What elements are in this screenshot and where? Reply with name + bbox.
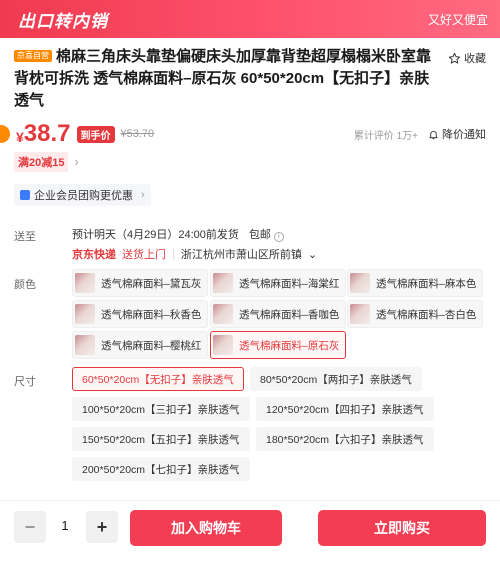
size-option[interactable]: 150*50*20cm【五扣子】亲肤透气 [72,427,250,451]
product-title: 京喜自营 棉麻三角床头靠垫偏硬床头加厚靠背垫超厚榻榻米卧室靠背枕可拆洗 透气棉麻面… [14,46,434,112]
size-option-label: 100*50*20cm【三扣子】亲肤透气 [82,403,240,416]
divider: | [172,248,175,260]
color-option-label: 透气棉麻面料–杏白色 [376,308,477,321]
final-price-tag: 到手价 [76,125,115,143]
color-thumbnail [350,304,370,324]
quantity-decrease-button[interactable]: − [14,511,46,543]
quantity-value[interactable]: 1 [55,518,75,533]
color-thumbnail [350,273,370,293]
size-option[interactable]: 80*50*20cm【两扣子】亲肤透气 [250,367,422,391]
buy-now-button[interactable]: 立即购买 [318,510,486,546]
notify-label: 降价通知 [442,129,486,141]
star-outline-icon [448,52,461,64]
size-option-selected[interactable]: 60*50*20cm【无扣子】亲肤透气 [72,367,244,391]
color-option-label: 透气棉麻面料–原石灰 [239,339,340,352]
estimate-text: 预计明天（4月29日）24:00前发货 [72,229,239,241]
banner-title: 出口转内销 [18,11,108,31]
price-symbol: ¥ [16,129,24,145]
delivery-label: 送至 [14,231,36,243]
enterprise-label: 企业会员团购更优惠 [34,190,133,202]
color-option[interactable]: 透气棉麻面料–杏白色 [347,300,484,328]
current-price: 38.7 [23,120,71,147]
enterprise-member-link[interactable]: 企业会员团购更优惠 › [14,184,151,206]
delivery-estimate: 预计明天（4月29日）24:00前发货 包邮 i [72,226,284,242]
courier-name: 京东快递 [72,249,116,261]
size-option[interactable]: 180*50*20cm【六扣子】亲肤透气 [256,427,434,451]
chevron-right-icon: › [141,189,145,201]
price-row: ¥ 38.7 到手价 ¥53.70 [0,120,500,148]
floating-handle[interactable] [0,125,10,143]
info-icon[interactable]: i [273,232,284,242]
color-thumbnail [75,335,95,355]
size-option[interactable]: 120*50*20cm【四扣子】亲肤透气 [256,397,434,421]
review-count[interactable]: 累计评价 1万+ [354,127,418,142]
color-option[interactable]: 透气棉麻面料–秋香色 [72,300,209,328]
review-label: 累计评价 [353,131,394,142]
color-thumbnail [213,273,233,293]
banner-slogan: 又好又便宜 [427,12,488,27]
size-option-label: 120*50*20cm【四扣子】亲肤透气 [266,403,424,416]
add-to-cart-button[interactable]: 加入购物车 [130,510,282,546]
size-option-label: 150*50*20cm【五扣子】亲肤透气 [82,433,240,446]
color-option-label: 透气棉麻面料–樱桃红 [101,339,202,352]
color-option-label: 透气棉麻面料–海棠红 [239,277,340,290]
color-option[interactable]: 透气棉麻面料–黛瓦灰 [72,269,209,297]
color-option-label: 透气棉麻面料–麻本色 [376,277,477,290]
promo-banner: 出口转内销 又好又便宜 [0,0,500,38]
color-option-label: 透气棉麻面料–秋香色 [101,308,202,321]
price-drop-notify-button[interactable]: 降价通知 [428,126,486,142]
color-option[interactable]: 透气棉麻面料–樱桃红 [72,331,209,359]
chevron-right-icon: › [74,155,79,169]
chevron-down-icon: ⌄ [307,248,318,261]
color-option-selected[interactable]: 透气棉麻面料–原石灰 [210,331,347,359]
color-thumbnail [213,304,233,324]
color-option-label: 透气棉麻面料–香咖色 [239,308,340,321]
favorite-label: 收藏 [464,53,486,65]
delivery-address-row[interactable]: 京东快递 送货上门 | 浙江杭州市萧山区所前镇 ⌄ [72,246,317,262]
size-option-label: 60*50*20cm【无扣子】亲肤透气 [82,373,234,386]
promotion-row[interactable]: 满20减15 › [14,152,78,172]
color-option-label: 透气棉麻面料–黛瓦灰 [101,277,202,290]
door-delivery: 送货上门 [122,249,166,261]
size-option-label: 80*50*20cm【两扣子】亲肤透气 [260,373,412,386]
color-option[interactable]: 透气棉麻面料–香咖色 [210,300,347,328]
bell-icon [429,130,438,139]
product-title-text: 棉麻三角床头靠垫偏硬床头加厚靠背垫超厚榻榻米卧室靠背枕可拆洗 透气棉麻面料–原石… [14,48,432,109]
size-option-label: 180*50*20cm【六扣子】亲肤透气 [266,433,424,446]
color-thumbnail [75,273,95,293]
coupon-badge: 满20减15 [14,152,69,172]
color-thumbnail [213,335,233,355]
review-number: 1万+ [396,131,418,142]
delivery-address: 浙江杭州市萧山区所前镇 [180,249,302,261]
enterprise-icon [20,190,30,200]
favorite-button[interactable]: 收藏 [448,50,486,66]
color-option[interactable]: 透气棉麻面料–海棠红 [210,269,347,297]
size-option[interactable]: 100*50*20cm【三扣子】亲肤透气 [72,397,250,421]
color-thumbnail [75,304,95,324]
size-option-label: 200*50*20cm【七扣子】亲肤透气 [82,463,240,476]
original-price: ¥53.70 [120,128,155,140]
quantity-increase-button[interactable]: + [86,511,118,543]
freight-text: 包邮 i [249,226,284,242]
size-label: 尺寸 [14,376,36,388]
color-option[interactable]: 透气棉麻面料–麻本色 [347,269,484,297]
color-label: 颜色 [14,279,36,291]
self-operated-badge: 京喜自营 [14,50,52,62]
size-option[interactable]: 200*50*20cm【七扣子】亲肤透气 [72,457,250,481]
